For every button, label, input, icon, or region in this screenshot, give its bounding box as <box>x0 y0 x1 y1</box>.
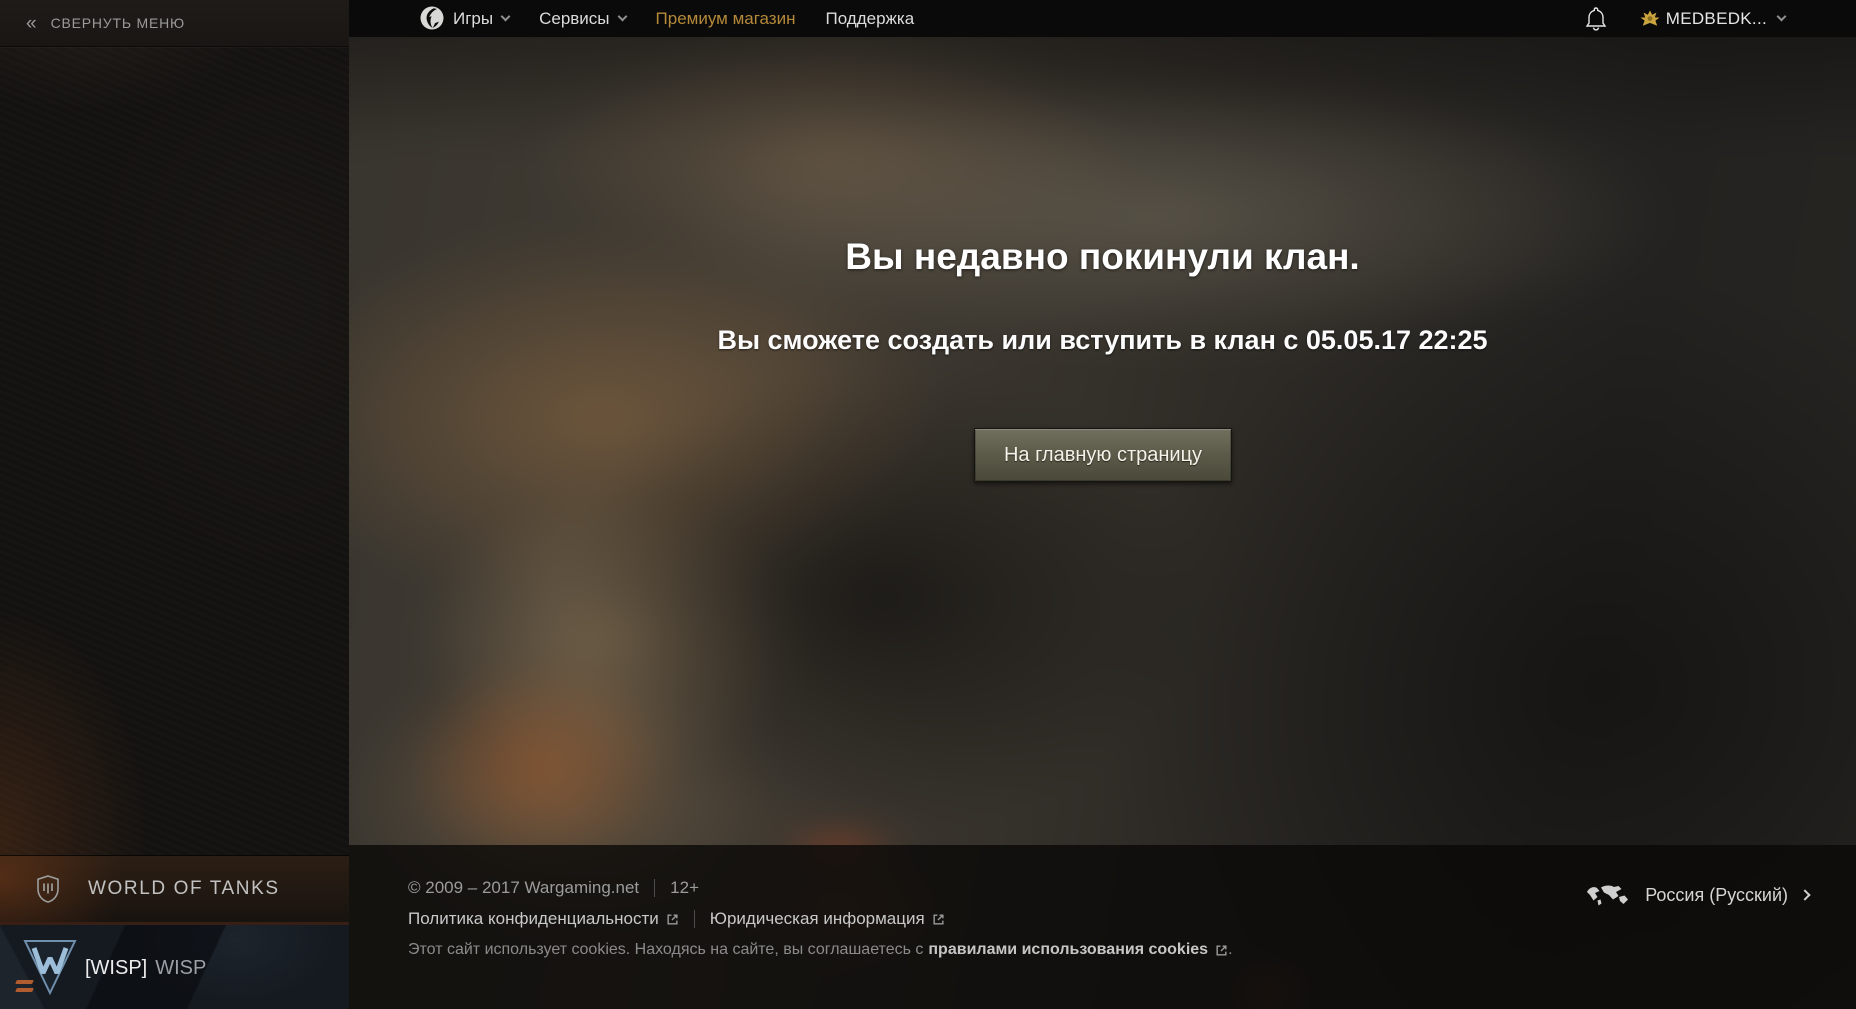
world-map-icon <box>1585 883 1631 907</box>
chevron-down-icon <box>617 12 627 22</box>
double-chevron-left-icon: « <box>26 14 37 33</box>
chevron-right-icon <box>1799 889 1810 900</box>
external-link-icon <box>1215 944 1228 957</box>
go-to-homepage-label: На главную страницу <box>1004 444 1202 467</box>
clan-title: [WISP] WISP <box>85 925 206 1009</box>
age-rating-badge: 12+ <box>670 878 699 898</box>
copyright-text: © 2009 – 2017 Wargaming.net <box>408 878 639 898</box>
notifications-button[interactable] <box>1582 4 1610 34</box>
nav-item-support[interactable]: Поддержка <box>825 9 914 29</box>
nav-item-services[interactable]: Сервисы <box>539 9 625 29</box>
clan-rank-bars-icon <box>16 980 33 996</box>
nav-item-label: Игры <box>453 9 493 29</box>
notice-title: Вы недавно покинули клан. <box>349 236 1856 278</box>
chevron-down-icon <box>1777 12 1787 22</box>
legal-info-link[interactable]: Юридическая информация <box>710 909 945 929</box>
sidebar: « СВЕРНУТЬ МЕНЮ WORLD OF TANKS [WISP <box>0 0 349 1009</box>
footer-left-block: © 2009 – 2017 Wargaming.net 12+ Политика… <box>408 878 1233 959</box>
main-nav: Игры Сервисы Премиум магазин Поддержка <box>453 0 914 37</box>
topbar-right-group: MEDBEDK... <box>1582 0 1785 37</box>
region-label: Россия (Русский) <box>1645 885 1788 906</box>
sidebar-item-world-of-tanks[interactable]: WORLD OF TANKS <box>0 855 349 922</box>
wargaming-logo-icon[interactable] <box>419 5 445 31</box>
external-link-icon <box>932 913 945 926</box>
nav-item-label: Сервисы <box>539 9 609 29</box>
game-title-label: WORLD OF TANKS <box>88 878 280 900</box>
user-rank-laurel-icon <box>1640 10 1660 28</box>
user-account-menu[interactable]: MEDBEDK... <box>1640 9 1785 29</box>
collapse-menu-button[interactable]: « СВЕРНУТЬ МЕНЮ <box>0 0 349 47</box>
collapse-menu-label: СВЕРНУТЬ МЕНЮ <box>51 15 185 31</box>
cookies-notice-text: Этот сайт использует cookies. Находясь н… <box>408 941 923 959</box>
go-to-homepage-button[interactable]: На главную страницу <box>974 428 1232 482</box>
user-name: MEDBEDK... <box>1666 9 1767 29</box>
chevron-down-icon <box>501 12 511 22</box>
nav-item-label: Поддержка <box>825 9 914 29</box>
region-selector[interactable]: Россия (Русский) <box>1585 883 1809 907</box>
external-link-icon <box>666 913 679 926</box>
nav-item-premium-shop[interactable]: Премиум магазин <box>656 9 796 29</box>
cookies-policy-label: правилами использования cookies <box>928 941 1208 959</box>
top-navigation-bar: Игры Сервисы Премиум магазин Поддержка <box>349 0 1856 37</box>
footer: © 2009 – 2017 Wargaming.net 12+ Политика… <box>349 845 1856 1009</box>
cookies-notice-suffix: . <box>1228 941 1232 959</box>
clan-tag: [WISP] <box>85 957 147 980</box>
nav-item-games[interactable]: Игры <box>453 9 509 29</box>
cookies-policy-link[interactable]: правилами использования cookies <box>928 941 1228 959</box>
clan-portal-page: Игры Сервисы Премиум магазин Поддержка <box>0 0 1856 1009</box>
bell-icon <box>1585 6 1607 32</box>
sidebar-item-clan-wisp[interactable]: [WISP] WISP <box>0 922 349 1009</box>
notice-subtitle: Вы сможете создать или вступить в клан с… <box>349 325 1856 356</box>
clan-name: WISP <box>155 957 206 980</box>
footer-divider <box>694 910 695 928</box>
nav-item-label: Премиум магазин <box>656 9 796 29</box>
footer-divider <box>654 879 655 897</box>
privacy-policy-label: Политика конфиденциальности <box>408 909 659 929</box>
legal-info-label: Юридическая информация <box>710 909 925 929</box>
privacy-policy-link[interactable]: Политика конфиденциальности <box>408 909 679 929</box>
wot-shield-icon <box>36 875 60 903</box>
